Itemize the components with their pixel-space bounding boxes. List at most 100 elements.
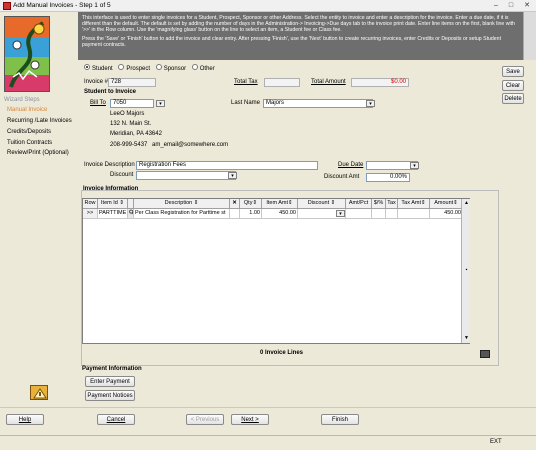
status-ext: EXT <box>490 439 502 445</box>
col-delete[interactable]: ✕ <box>230 199 240 209</box>
cell-discount[interactable]: ▾ <box>298 209 346 219</box>
col-item-id-label: Item Id <box>101 200 118 206</box>
cell-dollar-pct[interactable] <box>372 209 386 219</box>
invoice-line-count: 0 Invoice Lines <box>260 350 304 356</box>
status-bar: EXT <box>0 435 536 450</box>
radio-prospect-circle[interactable] <box>118 64 125 70</box>
cell-tax-amt[interactable] <box>398 209 430 219</box>
phone: 208-999-5437 <box>110 142 148 148</box>
last-name-field[interactable]: Majors <box>263 99 373 108</box>
clear-button[interactable]: Clear <box>502 80 524 91</box>
wizard-step-credits[interactable]: Credits/Deposits <box>7 129 51 135</box>
invoice-number-label: Invoice # <box>84 79 109 85</box>
last-name-dropdown[interactable]: ▾ <box>366 100 375 107</box>
col-row[interactable]: Row <box>83 199 98 209</box>
invoice-information-title: Invoice Information <box>83 186 139 192</box>
radio-other-circle[interactable] <box>191 64 198 70</box>
print-grid-icon[interactable] <box>480 350 490 358</box>
cancel-label: Cancel <box>106 417 126 423</box>
next-button[interactable]: Next > <box>231 414 269 425</box>
cell-item-id[interactable]: PARTTIME <box>98 209 128 219</box>
sort-icon: ⇕ <box>420 200 426 206</box>
cell-tax[interactable] <box>386 209 398 219</box>
sort-icon: ⇕ <box>330 200 336 206</box>
col-amt-pct[interactable]: Amt/Pct <box>346 199 372 209</box>
discount-label: Discount <box>110 172 134 178</box>
instructions-text: This interface is used to enter single i… <box>82 15 515 34</box>
minimize-button[interactable]: – <box>488 1 504 11</box>
cell-description[interactable]: Per Class Registration for Parttime st <box>134 209 230 219</box>
wizard-steps-title: Wizard Steps <box>4 97 40 103</box>
instructions-panel: This interface is used to enter single i… <box>78 12 523 60</box>
sort-icon: ⇕ <box>252 200 258 206</box>
cell-qty[interactable]: 1.00 <box>240 209 262 219</box>
col-amount[interactable]: Amount⇕ <box>430 199 463 209</box>
radio-sponsor[interactable]: Sponsor <box>155 64 186 72</box>
bill-to-field[interactable]: 7050 <box>110 99 154 108</box>
payment-notices-button[interactable]: Payment Notices <box>85 390 135 401</box>
col-item-id[interactable]: Item Id ⇕ <box>98 199 128 209</box>
col-tax[interactable]: Tax <box>386 199 398 209</box>
col-description-label: Description <box>164 200 193 206</box>
discount-dropdown[interactable]: ▾ <box>228 172 237 179</box>
radio-sponsor-circle[interactable] <box>155 64 162 70</box>
app-icon <box>3 2 11 10</box>
discount-field[interactable] <box>136 171 236 180</box>
total-tax-field <box>264 78 300 87</box>
wizard-step-recurring[interactable]: Recurring /Late Invoices <box>7 118 72 124</box>
radio-student[interactable]: Student <box>84 64 113 72</box>
enter-payment-button[interactable]: Enter Payment <box>85 376 135 387</box>
col-tax-amt[interactable]: Tax Amt⇕ <box>398 199 430 209</box>
col-description[interactable]: Description ⇕ <box>134 199 230 209</box>
help-label: Help <box>18 417 32 423</box>
bill-to-label-text: Bill To <box>90 100 106 106</box>
email: am_email@somewhere.com <box>152 142 229 148</box>
wizard-step-tuition[interactable]: Tuition Contracts <box>7 140 52 146</box>
bill-to-dropdown[interactable]: ▾ <box>156 100 165 107</box>
total-amount-label-text: Total Amount <box>311 79 346 85</box>
discount-amt-field[interactable]: 0.00% <box>366 173 410 182</box>
close-button[interactable]: ✕ <box>519 1 535 11</box>
cell-amt-pct[interactable] <box>346 209 372 219</box>
cell-amount[interactable]: 450.00 <box>430 209 463 219</box>
cell-item-amt[interactable]: 450.00 <box>262 209 298 219</box>
delete-button[interactable]: Delete <box>502 93 524 104</box>
col-item-amt-label: Item Amt <box>266 200 289 206</box>
wizard-step-manual-invoice[interactable]: Manual Invoice <box>7 107 47 113</box>
save-button[interactable]: Save <box>502 66 524 77</box>
col-qty[interactable]: Qty⇕ <box>240 199 262 209</box>
grid-vertical-scrollbar[interactable]: ▲ ▪ ▼ <box>461 199 470 343</box>
total-amount-field: $0.00 <box>351 78 409 87</box>
invoice-description-field[interactable]: Registration Fees <box>136 161 318 170</box>
wizard-help-icon[interactable] <box>30 385 48 400</box>
sort-icon: ⇕ <box>193 200 199 206</box>
maximize-button[interactable]: □ <box>503 1 519 11</box>
help-button[interactable]: Help <box>6 414 44 425</box>
scroll-up-icon[interactable]: ▲ <box>463 200 470 207</box>
previous-button[interactable]: < Previous <box>186 414 224 425</box>
radio-other[interactable]: Other <box>191 64 215 72</box>
col-discount[interactable]: Discount ⇕ <box>298 199 346 209</box>
col-dollar-pct[interactable]: $/% <box>372 199 386 209</box>
due-date-label: Due Date <box>338 162 364 168</box>
wizard-step-review[interactable]: Review/Print (Optional) <box>7 150 69 156</box>
cancel-button[interactable]: Cancel <box>97 414 135 425</box>
due-date-dropdown[interactable]: ▾ <box>410 162 419 169</box>
scroll-down-icon[interactable]: ▼ <box>463 335 470 342</box>
title-bar: Add Manual Invoices - Step 1 of 5 – □ ✕ <box>0 0 536 12</box>
discount-cell-dropdown[interactable]: ▾ <box>336 210 345 217</box>
finish-button[interactable]: Finish <box>321 414 359 425</box>
address-line-3: Meridian, PA 43642 <box>110 131 162 137</box>
instructions-scrollbar[interactable] <box>523 12 536 60</box>
wizard-illustration <box>4 16 50 92</box>
discount-amt-label: Discount Amt <box>324 174 360 180</box>
scroll-thumb-icon[interactable]: ▪ <box>463 267 470 274</box>
col-tax-amt-label: Tax Amt <box>401 200 421 206</box>
col-item-amt[interactable]: Item Amt⇕ <box>262 199 298 209</box>
radio-student-circle[interactable] <box>84 64 90 70</box>
cell-delete[interactable] <box>230 209 240 219</box>
radio-prospect[interactable]: Prospect <box>118 64 150 72</box>
window-title: Add Manual Invoices - Step 1 of 5 <box>13 2 111 9</box>
invoice-number-field: 728 <box>108 78 156 87</box>
total-amount-label: Total Amount <box>311 79 346 85</box>
